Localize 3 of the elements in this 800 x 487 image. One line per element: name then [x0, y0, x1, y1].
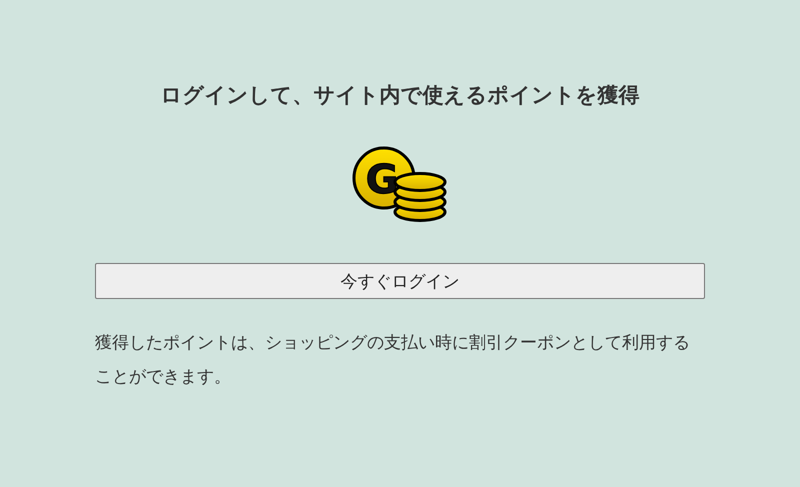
login-button[interactable]: 今すぐログイン: [95, 263, 705, 299]
description-text: 獲得したポイントは、ショッピングの支払い時に割引クーポンとして利用することができます。: [95, 332, 691, 389]
page-heading: ログインして、サイト内で使えるポイントを獲得: [160, 82, 640, 109]
